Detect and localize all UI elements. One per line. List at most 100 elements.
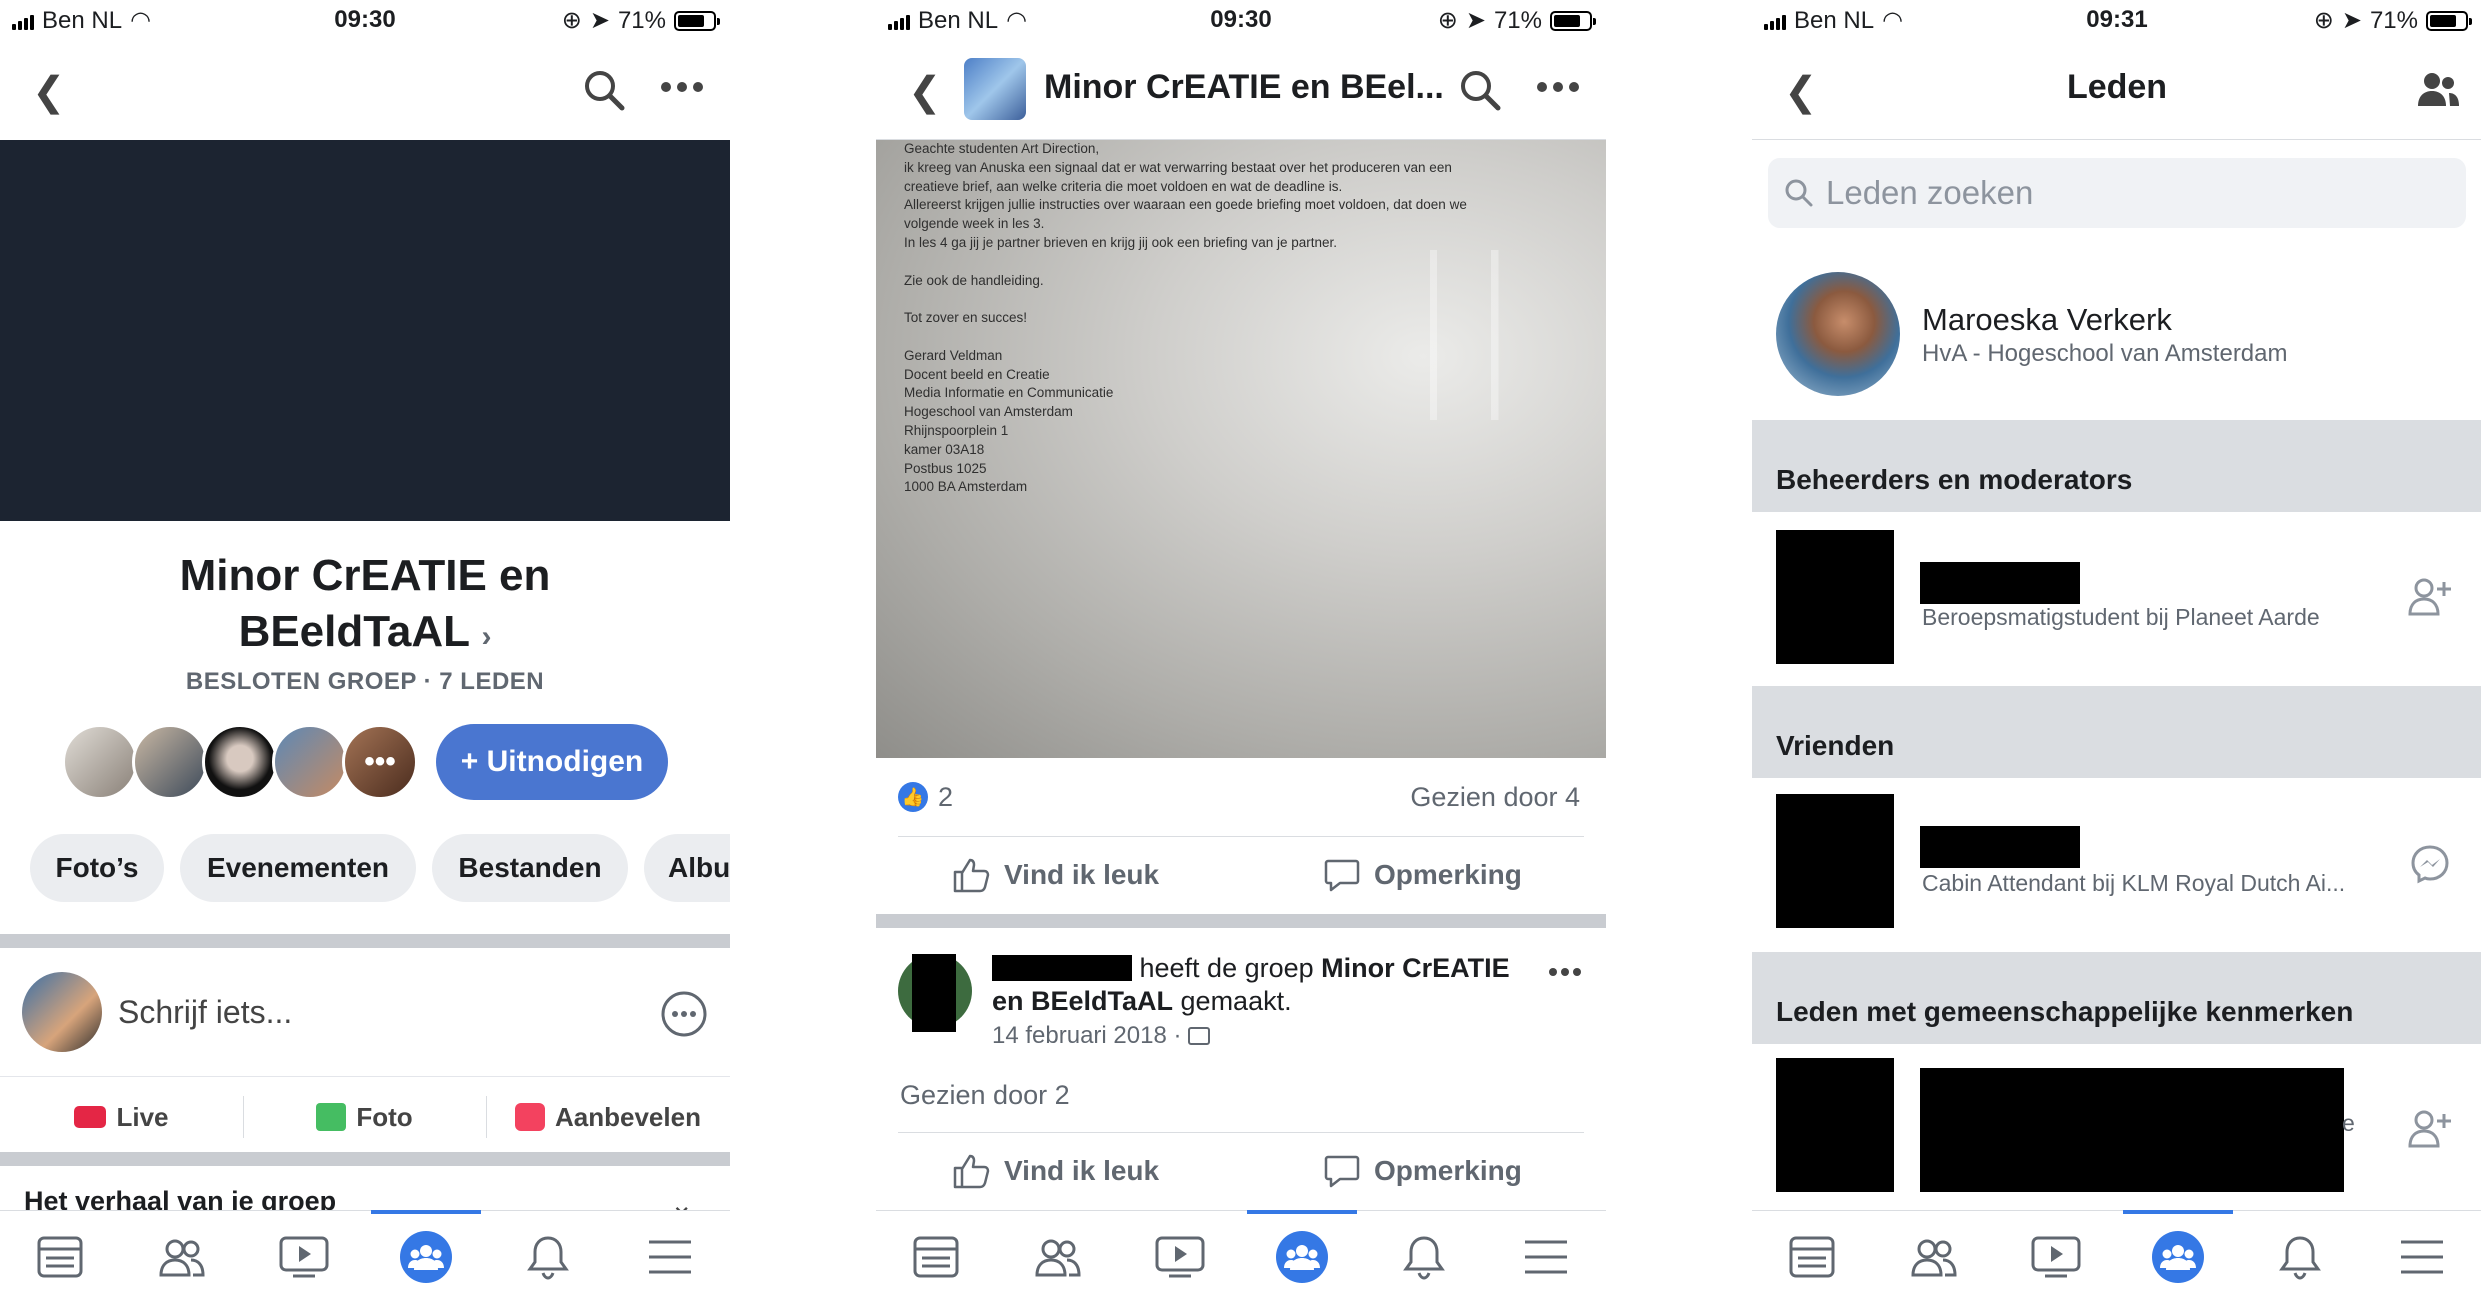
group-screen: Ben NL ◠ 09:30 ⊕ ➤ 71% ❮ Minor CrEATIE en B… [0,0,730,1298]
groups-icon[interactable] [1247,1210,1357,1287]
member-subtitle: Beroepsmatigstudent bij Planeet Aarde [1922,604,2320,630]
groups-icon[interactable] [2123,1210,2233,1287]
status-bar: Ben NL ◠ 09:30 ⊕ ➤ 71% [876,0,1606,40]
chevron-right-icon: › [481,620,492,653]
friends-icon[interactable] [152,1227,212,1287]
status-bar: Ben NL ◠ 09:31 ⊕ ➤ 71% [1752,0,2481,40]
more-icon[interactable] [1536,80,1580,94]
members-screen: Ben NL ◠ 09:31 ⊕ ➤ 71% ❮ Leden Leden zoeken… [1752,0,2481,1298]
post2-seen-count[interactable]: Gezien door 2 [900,1080,1070,1111]
like-count[interactable]: 2 [938,782,953,813]
letter-line: Tot zover en succes! [904,310,1028,326]
bell-icon[interactable] [518,1227,578,1287]
like-icon [953,858,990,893]
navigation-bar: ❮ [0,40,730,140]
menu-icon[interactable] [640,1227,700,1287]
header-title[interactable]: Minor CrEATIE en BEel... [1044,68,1444,107]
live-button[interactable]: Live [0,1082,243,1152]
post-date[interactable]: 14 februari 2018 · [992,1022,1211,1050]
comment-button[interactable]: Opmerking [1324,850,1522,900]
tab-files[interactable]: Bestanden [432,834,628,902]
avatar [202,724,278,800]
redacted-avatar[interactable] [1776,1058,1894,1192]
camera-icon [74,1106,107,1128]
member-avatars[interactable]: ••• [62,724,422,800]
redacted-avatar[interactable] [1776,794,1894,928]
cover-photo[interactable] [0,140,730,521]
photo-button[interactable]: Foto [243,1082,486,1152]
page-title: Leden [2066,68,2168,106]
news-feed-icon[interactable] [30,1227,90,1287]
my-subtitle: HvA - Hogeschool van Amsterdam [1922,340,2288,367]
friends-icon[interactable] [1904,1227,1964,1287]
letter-line: creatieve brief, aan welke criteria die … [904,178,1343,194]
redacted-name[interactable] [1920,826,2080,868]
letter-line: Hogeschool van Amsterdam [904,404,1073,420]
back-icon[interactable]: ❮ [908,72,942,112]
more-icon[interactable] [660,80,704,94]
redacted-name[interactable] [1920,562,2080,604]
section-title: Leden met gemeenschappelijke kenmerken [1776,996,2354,1027]
messenger-icon[interactable] [2410,844,2450,884]
tab-bar [876,1210,1606,1298]
battery-icon [2426,10,2472,31]
member-search[interactable]: Leden zoeken [1768,158,2466,228]
like-icon [953,1154,990,1189]
group-title-line1: Minor CrEATIE en [179,551,551,600]
bell-icon[interactable] [1394,1227,1454,1287]
groups-icon[interactable] [371,1210,481,1287]
navigation-bar: ❮ Minor CrEATIE en BEel... [876,40,1606,140]
search-input[interactable]: Leden zoeken [1826,174,2033,212]
menu-icon[interactable] [2392,1227,2452,1287]
add-friend-icon[interactable] [2408,1108,2452,1148]
location-icon: ➤ [2341,7,2362,34]
redacted-avatar[interactable] [1776,530,1894,664]
tab-albums[interactable]: Albu [644,834,730,902]
avatar[interactable] [1776,272,1900,396]
composer-input[interactable]: Schrijf iets... [118,994,292,1031]
watch-icon[interactable] [1150,1227,1210,1287]
group-members-icon[interactable] [2416,70,2460,110]
like-button[interactable]: Vind ik leuk [952,850,1159,900]
group-thumbnail[interactable] [964,58,1026,120]
watch-icon[interactable] [2026,1227,2086,1287]
letter-line: Media Informatie en Communicatie [904,385,1114,401]
divider [898,836,1584,837]
live-label: Live [116,1101,169,1132]
add-friend-icon[interactable] [2408,576,2452,616]
watch-icon[interactable] [274,1227,334,1287]
comment-label: Opmerking [1374,859,1522,890]
redacted-name[interactable] [992,955,1132,981]
avatar [22,972,102,1052]
news-feed-icon[interactable] [1782,1227,1842,1287]
search-icon [1785,179,1813,207]
like-button[interactable]: Vind ik leuk [952,1146,1159,1196]
bell-icon[interactable] [2270,1227,2330,1287]
invite-button[interactable]: + Uitnodigen [436,724,668,800]
seen-count[interactable]: Gezien door 4 [1410,782,1580,813]
menu-icon[interactable] [1516,1227,1576,1287]
my-name[interactable]: Maroeska Verkerk [1922,302,2172,338]
redacted-details[interactable] [1920,1068,2344,1192]
group-title[interactable]: Minor CrEATIE en BEeldTaAL › [0,548,730,665]
tab-bar [0,1210,730,1298]
post-more-icon[interactable] [1548,966,1582,978]
letter-line: Postbus 1025 [904,460,987,476]
tab-events[interactable]: Evenementen [180,834,416,902]
status-bar: Ben NL ◠ 09:30 ⊕ ➤ 71% [0,0,730,40]
search-icon[interactable] [582,68,626,112]
news-feed-icon[interactable] [906,1227,966,1287]
letter-line: volgende week in les 3. [904,216,1045,232]
more-options-icon[interactable] [660,990,708,1038]
tab-photos[interactable]: Foto’s [30,834,164,902]
back-icon[interactable]: ❮ [32,72,66,112]
comment-button[interactable]: Opmerking [1324,1146,1522,1196]
lock-rotation-icon: ⊕ [561,7,582,34]
friends-icon[interactable] [1028,1227,1088,1287]
recommend-button[interactable]: Aanbevelen [486,1082,730,1152]
letter-line: In les 4 ga jij je partner brieven en kr… [904,234,1337,250]
search-icon[interactable] [1458,68,1502,112]
recommend-label: Aanbevelen [555,1101,701,1132]
recommend-icon [515,1103,546,1131]
post-photo[interactable]: Geachte studenten Art Direction, ik kreeg… [876,140,1606,758]
